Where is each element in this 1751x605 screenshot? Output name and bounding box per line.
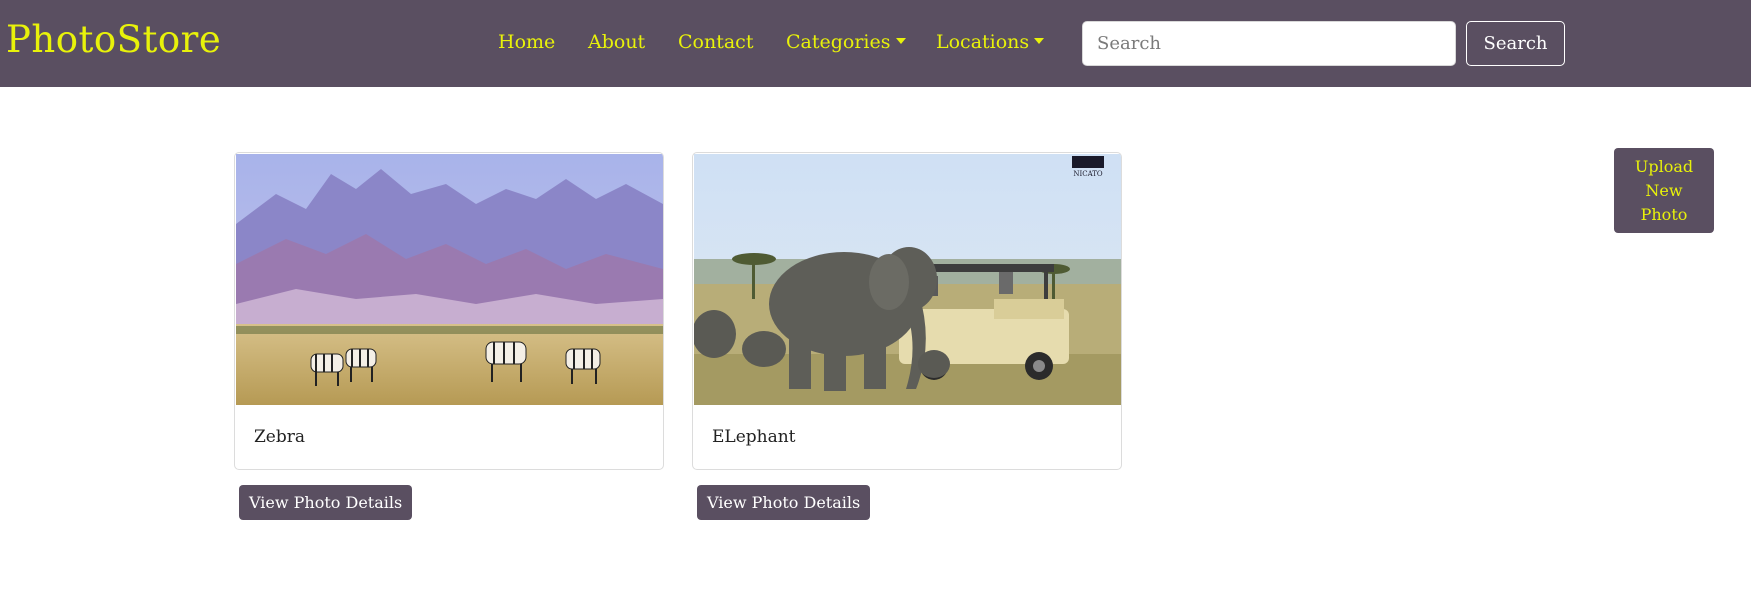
upload-new-photo-button[interactable]: Upload New Photo bbox=[1614, 148, 1714, 233]
top-navbar: PhotoStore Home About Contact Categories… bbox=[0, 0, 1751, 87]
zebra-photo[interactable] bbox=[236, 154, 663, 405]
nav-link-about[interactable]: About bbox=[588, 31, 645, 53]
photo-card-zebra: Zebra bbox=[234, 152, 664, 470]
photo-card-elephant: NICATO ELephant bbox=[692, 152, 1122, 470]
caret-down-icon bbox=[1034, 38, 1045, 44]
elephant-photo[interactable]: NICATO bbox=[694, 154, 1121, 405]
brand-logo-link[interactable]: PhotoStore bbox=[6, 18, 221, 61]
watermark-text: NICATO bbox=[1073, 170, 1103, 178]
photo-title: ELephant bbox=[712, 427, 796, 447]
search-input[interactable] bbox=[1082, 21, 1456, 66]
nav-link-contact[interactable]: Contact bbox=[678, 31, 753, 53]
view-photo-details-button[interactable]: View Photo Details bbox=[239, 485, 413, 520]
nav-dropdown-categories-label: Categories bbox=[786, 31, 891, 53]
nav-dropdown-locations-label: Locations bbox=[936, 31, 1030, 53]
view-photo-details-button[interactable]: View Photo Details bbox=[697, 485, 871, 520]
nav-link-home[interactable]: Home bbox=[498, 31, 555, 53]
search-button[interactable]: Search bbox=[1466, 21, 1565, 66]
nav-dropdown-locations[interactable]: Locations bbox=[936, 31, 1045, 53]
caret-down-icon bbox=[895, 38, 906, 44]
nav-dropdown-categories[interactable]: Categories bbox=[786, 31, 906, 53]
photo-title: Zebra bbox=[254, 427, 306, 447]
